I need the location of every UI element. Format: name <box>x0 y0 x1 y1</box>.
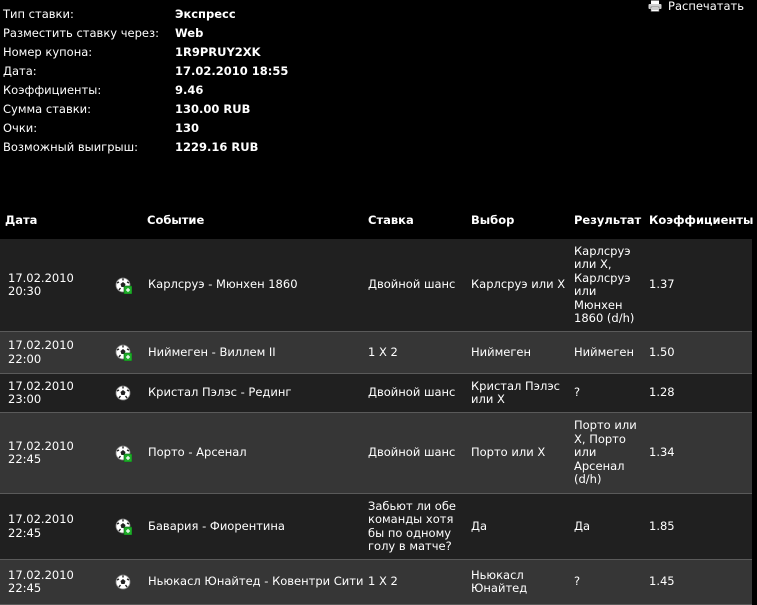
table-row: 17.02.2010 22:45 Порто - Арсенал Двойной… <box>0 413 752 494</box>
summary-value: 17.02.2010 18:55 <box>175 63 289 78</box>
row-odds: 1.28 <box>649 385 675 400</box>
printer-icon <box>648 0 662 12</box>
row-date-time: 20:30 <box>8 284 42 298</box>
row-result: ? <box>574 574 581 589</box>
row-bet: Двойной шанс <box>368 385 456 400</box>
summary-value: 130 <box>175 120 200 135</box>
row-event-link[interactable]: Бавария - Фиорентина <box>144 519 366 534</box>
row-bet: 1 X 2 <box>368 344 398 359</box>
row-result: Да <box>574 518 591 533</box>
row-event-link[interactable]: Кристал Пэлэс - Рединг <box>144 386 366 400</box>
table-row: 17.02.2010 22:45 Ньюкасл Юнайтед - Ковен… <box>0 560 752 605</box>
print-label: Распечатать <box>668 0 744 13</box>
soccer-ball-icon <box>115 385 132 402</box>
row-choice: Ниймеген <box>471 344 531 359</box>
row-choice: Да <box>471 518 488 533</box>
soccer-ball-live-icon <box>115 445 133 462</box>
summary-value: Экспресс <box>175 6 236 21</box>
row-odds: 1.50 <box>649 344 675 359</box>
bets-table: Дата Событие Ставка Выбор Результат Коэф… <box>0 201 754 605</box>
row-result: Ниймеген <box>574 344 634 359</box>
row-date-time: 23:00 <box>8 392 42 406</box>
row-date-day: 17.02.2010 <box>8 378 74 393</box>
summary-value: Web <box>175 25 204 40</box>
row-date-time: 22:45 <box>8 581 42 595</box>
header-result: Результат <box>574 213 642 227</box>
summary-row-points: Очки: 130 <box>3 118 288 137</box>
header-date: Дата <box>5 213 38 227</box>
header-odds: Коэффициенты <box>649 213 754 227</box>
header-bet: Ставка <box>368 213 414 227</box>
row-result: ? <box>574 385 581 400</box>
row-date-day: 17.02.2010 <box>8 338 74 352</box>
table-row: 17.02.2010 23:00 Кристал Пэлэс - Рединг … <box>0 374 752 413</box>
row-date-day: 17.02.2010 <box>8 270 74 285</box>
summary-label: Коэффициенты: <box>3 82 102 97</box>
print-button[interactable]: Распечатать <box>648 0 744 13</box>
summary-value: 130.00 RUB <box>175 101 251 116</box>
soccer-ball-live-icon <box>115 344 133 362</box>
row-odds: 1.37 <box>649 277 675 292</box>
row-result: Порто или Х, Порто или Арсенал (d/h) <box>574 418 637 487</box>
row-choice: Ньюкасл Юнайтед <box>471 567 528 595</box>
summary-value: 1R9PRUY2XK <box>175 44 261 59</box>
soccer-ball-live-icon <box>115 518 133 536</box>
row-date-time: 22:45 <box>8 525 42 540</box>
table-body: 17.02.2010 20:30 Карлсруэ - Мюнхен 1860 … <box>0 239 752 605</box>
row-date-day: 17.02.2010 <box>8 567 74 582</box>
table-row: 17.02.2010 22:45 Бавария - Фиорентина За… <box>0 494 752 560</box>
summary-label: Разместить ставку через: <box>3 25 159 40</box>
row-event-link[interactable]: Ниймеген - Виллем II <box>144 345 366 360</box>
summary-row-coupon-number: Номер купона: 1R9PRUY2XK <box>3 42 288 61</box>
row-bet: Двойной шанс <box>368 277 456 292</box>
summary-row-possible-win: Возможный выигрыш: 1229.16 RUB <box>3 137 288 156</box>
table-row: 17.02.2010 20:30 Карлсруэ - Мюнхен 1860 … <box>0 239 752 332</box>
header-event: Событие <box>147 213 205 227</box>
table-row: 17.02.2010 22:00 Ниймеген - Виллем II 1 … <box>0 332 752 374</box>
table-header: Дата Событие Ставка Выбор Результат Коэф… <box>0 201 754 239</box>
row-date-time: 22:45 <box>8 452 42 466</box>
row-event-link[interactable]: Порто - Арсенал <box>144 446 366 460</box>
summary-label: Номер купона: <box>3 44 93 59</box>
header-choice: Выбор <box>471 213 515 227</box>
summary-label: Возможный выигрыш: <box>3 139 138 154</box>
row-choice: Карлсруэ или Х <box>471 277 566 292</box>
summary-row-odds: Коэффициенты: 9.46 <box>3 80 288 99</box>
row-date: 17.02.2010 22:45 <box>0 567 103 596</box>
summary-value: 1229.16 RUB <box>175 139 259 154</box>
row-date: 17.02.2010 22:45 <box>0 512 103 540</box>
row-date: 17.02.2010 22:45 <box>0 438 103 467</box>
row-odds: 1.34 <box>649 445 675 460</box>
summary-label: Дата: <box>3 63 37 78</box>
row-odds: 1.45 <box>649 574 675 589</box>
row-date: 17.02.2010 23:00 <box>0 378 103 407</box>
bet-summary: Тип ставки: Экспресс Разместить ставку ч… <box>3 4 288 156</box>
summary-row-date: Дата: 17.02.2010 18:55 <box>3 61 288 80</box>
row-choice: Кристал Пэлэс или Х <box>471 378 560 406</box>
row-event-link[interactable]: Ньюкасл Юнайтед - Ковентри Сити <box>144 575 366 589</box>
summary-row-stake: Сумма ставки: 130.00 RUB <box>3 99 288 118</box>
summary-label: Очки: <box>3 120 38 135</box>
row-event-link[interactable]: Карлсруэ - Мюнхен 1860 <box>144 278 366 292</box>
summary-row-placed-via: Разместить ставку через: Web <box>3 23 288 42</box>
row-result: Карлсруэ или Х, Карлсруэ или Мюнхен 1860… <box>574 243 635 325</box>
summary-label: Тип ставки: <box>3 6 74 21</box>
row-choice: Порто или Х <box>471 445 546 460</box>
summary-label: Сумма ставки: <box>3 101 92 116</box>
row-date: 17.02.2010 20:30 <box>0 270 103 299</box>
summary-value: 9.46 <box>175 82 204 97</box>
row-date-time: 22:00 <box>8 351 42 366</box>
row-odds: 1.85 <box>649 518 675 533</box>
row-date: 17.02.2010 22:00 <box>0 338 103 366</box>
row-date-day: 17.02.2010 <box>8 438 74 453</box>
soccer-ball-icon <box>115 574 132 591</box>
row-bet: Забьют ли обе команды хотя бы по одному … <box>368 498 457 553</box>
row-bet: 1 X 2 <box>368 574 398 589</box>
row-bet: Двойной шанс <box>368 445 456 460</box>
soccer-ball-live-icon <box>115 277 133 294</box>
row-date-day: 17.02.2010 <box>8 512 74 526</box>
summary-row-bet-type: Тип ставки: Экспресс <box>3 4 288 23</box>
